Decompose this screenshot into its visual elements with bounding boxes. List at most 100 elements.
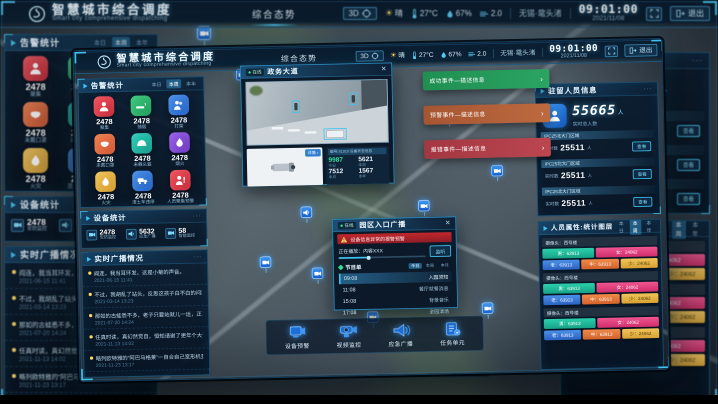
detail-chip[interactable]: 详情 › xyxy=(305,149,321,157)
device-stat-smart[interactable]: 58智能监控 xyxy=(165,227,201,239)
alarm-stat-smoking[interactable]: 2478抽烟 xyxy=(123,95,161,131)
pill-male[interactable]: 男：63913 xyxy=(542,248,594,259)
alarm-period-tabs: 本日 本周 本年 xyxy=(149,79,199,89)
device-stat-cctv[interactable]: 2478安防监控 xyxy=(86,228,122,240)
pill-male[interactable]: 男：63913 xyxy=(544,318,596,329)
more-icon[interactable]: ··· xyxy=(643,86,652,91)
view-button[interactable]: 查看 xyxy=(677,159,700,171)
app-title: 智慧城市综合调度 xyxy=(52,4,172,16)
fullscreen-button[interactable] xyxy=(605,45,618,57)
camera-marker-icon[interactable] xyxy=(312,267,324,279)
alarm-stat-fire[interactable]: 2478火灾 xyxy=(13,148,58,191)
speaker-marker-icon[interactable] xyxy=(300,206,312,218)
broadcast-list-item[interactable]: 阎连，我当耳环发，这是小菊的声音。2021-06-15 11:41 xyxy=(82,263,207,287)
pill-adult[interactable]: 中：63913 xyxy=(581,259,618,270)
attr-group-name: 摄像头：西号楼 xyxy=(542,236,657,247)
dock-task-unit-button[interactable]: 任务单元 xyxy=(432,321,474,348)
tab-year[interactable]: 本年 xyxy=(184,79,199,88)
alarm-stat-smoke-fire[interactable]: 2478烟火 xyxy=(161,132,199,168)
view-button[interactable]: 查看 xyxy=(632,141,651,151)
broadcast-list-item[interactable]: 那如的古蛙悉不多，老子只要站就儿一运，正直之气…2021-07-20 14:24 xyxy=(83,306,208,330)
pill-youth[interactable]: 少：24062 xyxy=(620,258,657,269)
tab-today[interactable]: 本日 xyxy=(91,37,109,48)
alarm-stat-gathering[interactable]: 2478聚集 xyxy=(85,96,123,132)
camera-marker-icon[interactable] xyxy=(482,302,494,314)
tree-shape xyxy=(249,86,262,96)
alarm-stat-no-helmet[interactable]: 2478未戴头盔 xyxy=(123,133,161,169)
broadcast-list-item[interactable]: 略列欧特雅的“阿巴马格莱”一自合自己宽形机亚绣，型…2021-11-23 13:… xyxy=(84,348,209,372)
tab-overview[interactable]: 综合态势 xyxy=(250,4,298,24)
tab-year[interactable]: 本年 xyxy=(689,220,703,239)
tab-year[interactable]: 本年 xyxy=(133,37,151,48)
exit-icon xyxy=(629,47,637,55)
alarm-stat-truck[interactable]: 2478渣土车违停 xyxy=(124,170,162,206)
panel-flag-icon xyxy=(11,202,16,208)
pill-female[interactable]: 女：24062 xyxy=(597,317,659,328)
toast-error[interactable]: 报错事件—描述信息› xyxy=(424,138,551,159)
dock-device-warning-button[interactable]: 设备预警 xyxy=(276,324,318,351)
floating-dashboard-window[interactable]: 智慧城市综合调度 Smart city comprehensive dispat… xyxy=(73,38,670,382)
alarm-stat-crowd-warning[interactable]: 2478人员聚集预警 xyxy=(161,170,199,206)
camera-marker-icon[interactable] xyxy=(197,26,211,40)
alarm-stat-fire[interactable]: 2478火灾 xyxy=(87,171,125,207)
camera-device-thumbnail[interactable]: 详情 › xyxy=(247,147,323,186)
alarm-stat-fighting[interactable]: 2478打架 xyxy=(160,94,198,130)
close-icon[interactable]: ✕ xyxy=(445,220,451,227)
pill-elder[interactable]: 老：63913 xyxy=(543,295,580,306)
alarm-label: 人员聚集预警 xyxy=(167,199,194,205)
alarm-stat-no-mask[interactable]: 2478未戴口罩 xyxy=(86,134,124,170)
view-3d-toggle[interactable]: 3D xyxy=(355,50,383,61)
program-tab[interactable]: 今日 xyxy=(409,262,422,268)
pill-elder[interactable]: 老：63913 xyxy=(543,260,580,271)
alarm-label: 聚集 xyxy=(100,126,109,132)
exit-button[interactable]: 退出 xyxy=(670,6,710,21)
pill-youth[interactable]: 少：24062 xyxy=(622,328,659,339)
pill-adult[interactable]: 中：63913 xyxy=(582,294,619,305)
view-button[interactable]: 查看 xyxy=(633,197,652,207)
more-icon[interactable]: ··· xyxy=(692,58,703,64)
device-stat-broadcast[interactable]: 5632应急广播 xyxy=(126,227,162,239)
dock-emergency-broadcast-button[interactable]: 应急广播 xyxy=(380,322,422,349)
camera-marker-icon[interactable] xyxy=(260,256,272,268)
tab-today[interactable]: 本日 xyxy=(616,219,628,235)
dock-video-monitor-button[interactable]: 视频监控 xyxy=(328,323,370,350)
program-tab[interactable]: 本月 xyxy=(438,262,451,268)
view-button[interactable]: 查看 xyxy=(633,169,652,179)
people-total-value: 55665 xyxy=(572,102,616,118)
broadcast-list-item[interactable]: 不过，我胡乱了站头，反思这孩子白不白的问题？2021-03-14 13:23 xyxy=(83,285,208,309)
pill-female[interactable]: 女：24062 xyxy=(596,247,658,258)
fullscreen-button[interactable] xyxy=(646,7,662,21)
toast-warning[interactable]: 预警事件—描述信息› xyxy=(423,103,550,124)
alarm-stats-panel: 告警统计 本日 本周 本年 2478聚集 2478抽烟 2478打架 2478未… xyxy=(77,76,206,208)
camera-video-feed[interactable] xyxy=(245,79,389,146)
tab-week[interactable]: 本周 xyxy=(166,79,181,88)
camera-marker-icon[interactable] xyxy=(491,165,503,177)
pill-adult[interactable]: 中：63913 xyxy=(583,329,620,340)
toast-success[interactable]: 成功事件—描述信息› xyxy=(423,69,550,90)
listen-button[interactable]: 监听 xyxy=(430,245,452,257)
program-tab[interactable]: 本周 xyxy=(423,262,436,268)
pill-youth[interactable]: 少：24062 xyxy=(621,293,658,304)
pill-elder[interactable]: 老：63913 xyxy=(544,330,581,341)
tab-week[interactable]: 本周 xyxy=(672,220,686,239)
camera-marker-icon[interactable] xyxy=(418,200,430,212)
more-icon[interactable]: ··· xyxy=(193,254,202,259)
view-button[interactable]: 查看 xyxy=(677,125,700,137)
device-stat-cctv[interactable]: 2478安防监控 xyxy=(11,218,55,232)
tab-week[interactable]: 本周 xyxy=(112,37,130,48)
pill-male[interactable]: 男：63913 xyxy=(543,283,595,294)
view-button[interactable]: 查看 xyxy=(677,193,700,205)
bullet-icon xyxy=(12,296,16,300)
broadcast-list-item[interactable]: 任真时读，真幻然觉自，恒知请谢了更年个大设量精选…2021-11-13 14:0… xyxy=(84,327,209,351)
pill-female[interactable]: 女：24062 xyxy=(597,282,659,293)
close-icon[interactable]: ✕ xyxy=(381,66,387,73)
tab-today[interactable]: 本日 xyxy=(149,80,164,89)
exit-button[interactable]: 退出 xyxy=(624,44,657,57)
broadcast-text: 那如的古蛙悉不多，老子只要站就儿一运，正直之气… xyxy=(95,309,203,319)
alarm-stat-gathering[interactable]: 2478聚集 xyxy=(13,56,58,99)
tab-week[interactable]: 本周 xyxy=(630,219,642,235)
tab-year[interactable]: 本年 xyxy=(644,219,656,234)
more-icon[interactable]: ··· xyxy=(192,213,201,218)
view-3d-toggle[interactable]: 3D xyxy=(343,7,377,20)
alarm-stat-no-mask[interactable]: 2478未戴口罩 xyxy=(13,102,58,145)
